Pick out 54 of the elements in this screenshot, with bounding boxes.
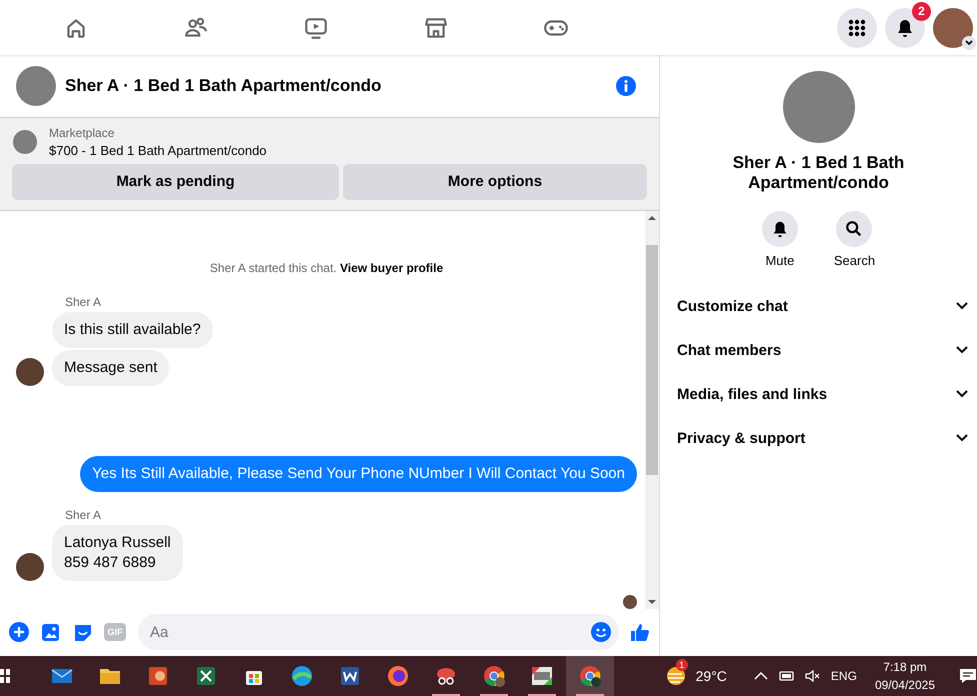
listing-label: Marketplace xyxy=(49,126,116,140)
notification-badge: 2 xyxy=(912,2,931,20)
message-input-field[interactable]: Aa xyxy=(138,614,619,650)
chat-title: Sher A · 1 Bed 1 Bath Apartment/condo xyxy=(65,76,382,96)
language-indicator[interactable]: ENG xyxy=(830,669,857,683)
weather-badge: 1 xyxy=(676,659,688,671)
menu-icon[interactable] xyxy=(837,8,877,48)
scrollbar[interactable] xyxy=(645,210,659,609)
avatar xyxy=(16,358,44,386)
bell-icon xyxy=(895,18,915,38)
message-bubble: Message sent xyxy=(52,350,170,386)
browser-wave-icon xyxy=(290,664,314,688)
message-bubble: Latonya Russell 859 487 6889 xyxy=(52,524,183,581)
plus-icon[interactable] xyxy=(8,621,30,644)
avatar xyxy=(16,552,44,581)
notification-icon[interactable] xyxy=(959,667,977,685)
spreadsheet-app-icon xyxy=(194,664,218,688)
fox-browser-icon xyxy=(386,664,410,688)
section-toggle[interactable]: Privacy & support xyxy=(668,416,969,460)
taskbar-app[interactable] xyxy=(566,656,614,696)
search-icon xyxy=(845,220,864,238)
sent-message-bubble: Yes Its Still Available, Please Send Your Phone NUmber I Will Contact You Soon xyxy=(80,456,637,492)
image-icon[interactable] xyxy=(40,621,62,644)
mark-pending-button[interactable]: Mark as pending xyxy=(12,164,339,200)
buyer-profile-link[interactable]: View buyer profile xyxy=(340,260,444,275)
read-receipt-avatar xyxy=(623,594,637,609)
chrome-icon xyxy=(482,664,506,688)
document-app-icon xyxy=(338,664,362,688)
emoji-icon[interactable] xyxy=(590,621,612,644)
section-toggle[interactable]: Customize chat xyxy=(668,284,969,328)
listing-thumbnail xyxy=(13,130,37,154)
sender-name: Sher A xyxy=(65,294,102,309)
temperature: 29°C xyxy=(696,668,727,684)
section-toggle[interactable]: Chat members xyxy=(668,328,969,372)
message-bubble: Is this still available? xyxy=(52,312,213,348)
thumbs-up-icon[interactable] xyxy=(629,621,651,644)
section-toggle[interactable]: Media, files and links xyxy=(668,372,969,416)
info-icon[interactable] xyxy=(615,74,637,97)
chrome-icon xyxy=(578,664,602,688)
listing-photo-placeholder xyxy=(16,66,56,106)
chat-name: Sher A · 1 Bed 1 Bath Apartment/condo xyxy=(732,153,906,193)
slides-app-icon xyxy=(146,664,170,688)
listing-title: $700 - 1 Bed 1 Bath Apartment/condo xyxy=(49,142,267,158)
speaker-muted-icon[interactable] xyxy=(804,668,821,684)
scroll-down-arrow-icon[interactable] xyxy=(648,600,656,604)
more-options-button[interactable]: More options xyxy=(343,164,647,200)
sender-name: Sher A xyxy=(65,508,102,522)
photo-viewer-icon xyxy=(530,664,554,688)
taskbar-grid-icon[interactable] xyxy=(0,668,10,684)
notifications-button[interactable] xyxy=(885,8,925,48)
scroll-up-arrow-icon[interactable] xyxy=(648,216,656,220)
profile-avatar[interactable] xyxy=(933,8,973,48)
system-message: Sher A started this chat. View buyer profile xyxy=(208,260,444,275)
clock[interactable]: 7:18 pm 09/04/2025 xyxy=(874,658,935,694)
